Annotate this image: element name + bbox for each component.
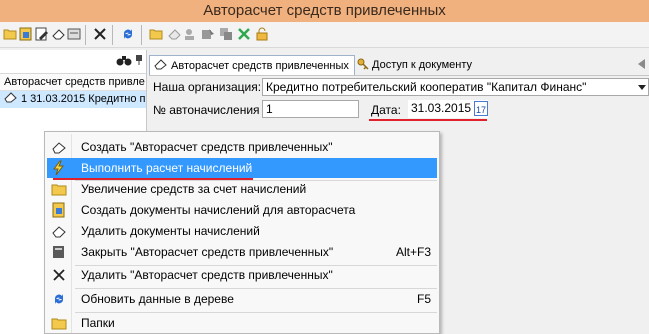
tree-row-label: 1 31.03.2015 Кредитно п <box>21 93 146 105</box>
tree-panel-header <box>0 50 146 74</box>
document-form: Наша организация: Кредитно потребительск… <box>149 76 649 126</box>
folder-icon <box>47 179 71 199</box>
tab-autocalc-label: Авторасчет средств привлеченных <box>171 59 349 72</box>
tab-access-label: Доступ к документу <box>372 59 472 71</box>
pin-icon[interactable] <box>134 54 144 69</box>
date-label: Дата: <box>371 103 401 117</box>
window-title: Авторасчет средств привлеченных <box>203 2 446 19</box>
user-gray-icon[interactable] <box>182 26 198 42</box>
eraser-gray-icon[interactable] <box>166 26 182 42</box>
check-icon[interactable] <box>236 26 252 42</box>
menu-item-delete[interactable]: Удалить "Авторасчет средств привлеченных… <box>47 265 437 285</box>
menu-item-highlight-underline <box>53 178 253 180</box>
tab-autocalc[interactable]: Авторасчет средств привлеченных <box>149 55 355 75</box>
open-folder-icon <box>47 313 71 333</box>
date-highlight <box>369 119 487 121</box>
copy-gray-icon[interactable] <box>218 26 234 42</box>
menu-item-close[interactable]: Закрыть "Авторасчет средств привлеченных… <box>47 242 437 262</box>
context-menu: Создать "Авторасчет средств привлеченных… <box>44 131 440 334</box>
num-label: № автоначисления <box>153 103 260 117</box>
tabs-scroll-left-icon[interactable] <box>638 59 645 69</box>
key-icon <box>357 58 369 73</box>
menu-item-run-calc[interactable]: Выполнить расчет начислений <box>47 158 437 178</box>
new-document-icon[interactable] <box>18 26 34 42</box>
eraser-icon <box>47 221 71 241</box>
chevron-down-icon[interactable] <box>638 85 646 90</box>
lightning-icon <box>47 158 71 178</box>
num-input[interactable]: 1 <box>262 100 359 118</box>
open-folder-icon[interactable] <box>148 26 164 42</box>
calendar-icon[interactable]: 17 <box>474 101 488 116</box>
edit-document-icon <box>47 137 71 157</box>
menu-item-delete-docs[interactable]: Удалить документы начислений <box>47 221 437 241</box>
binoculars-icon[interactable] <box>116 54 132 69</box>
tab-access[interactable]: Доступ к документу <box>353 55 477 75</box>
toolbar <box>0 22 649 48</box>
refresh-icon <box>47 289 71 309</box>
delete-icon[interactable] <box>92 26 108 42</box>
org-combobox[interactable]: Кредитно потребительский кооператив "Кап… <box>262 78 649 96</box>
delete-icon <box>47 265 71 285</box>
gear-gray-icon[interactable] <box>200 26 216 42</box>
refresh-icon[interactable] <box>120 26 136 42</box>
menu-item-refresh-tree[interactable]: Обновить данные в дереве F5 <box>47 289 437 309</box>
edit-document-icon <box>154 58 168 73</box>
edit-icon[interactable] <box>34 26 50 42</box>
lock-icon[interactable] <box>254 26 270 42</box>
org-label: Наша организация: <box>153 80 262 94</box>
new-document-icon <box>47 200 71 220</box>
org-value: Кредитно потребительский кооператив "Кап… <box>266 80 587 94</box>
document-tabs: Авторасчет средств привлеченных Доступ к… <box>149 54 649 76</box>
folder-icon[interactable] <box>2 26 18 42</box>
menu-item-create-docs[interactable]: Создать документы начислений для авторас… <box>47 200 437 220</box>
close-document-icon <box>47 242 71 262</box>
tree-column-header[interactable]: Авторасчет средств привле <box>0 74 146 91</box>
eraser-icon[interactable] <box>50 26 66 42</box>
edit-document-icon <box>4 91 18 108</box>
properties-icon[interactable] <box>66 26 82 42</box>
background-panel <box>440 284 649 334</box>
menu-item-increase[interactable]: Увеличение средств за счет начислений <box>47 179 437 199</box>
menu-item-create[interactable]: Создать "Авторасчет средств привлеченных… <box>47 137 437 157</box>
menu-item-folders[interactable]: Папки <box>47 313 437 333</box>
tree-row[interactable]: 1 31.03.2015 Кредитно п <box>0 91 146 108</box>
window-titlebar: Авторасчет средств привлеченных <box>0 0 649 22</box>
